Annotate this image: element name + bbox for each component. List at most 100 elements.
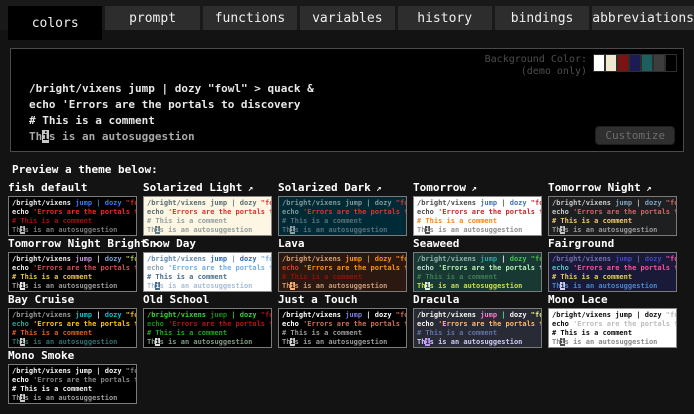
background-swatch-6[interactable] (653, 54, 665, 72)
sample-command: jump (75, 255, 92, 263)
theme-card-fairground[interactable]: Fairground/bright/vixens jump | dozy "fo… (548, 237, 683, 293)
theme-card-solarized-light[interactable]: Solarized Light ↗/bright/vixens jump | d… (143, 181, 278, 237)
theme-preview-box[interactable]: /bright/vixens jump | dozy "fowl" > quac… (278, 252, 407, 292)
sample-comment: # This is a comment (282, 329, 362, 337)
sample-string: 'Errors are the portals to discovery (573, 320, 677, 328)
terminal-line: # This is a comment (417, 217, 538, 226)
terminal-preview: Background Color: (demo only) /bright/vi… (10, 48, 684, 152)
theme-preview-box[interactable]: /bright/vixens jump | dozy "fowl" > quac… (8, 196, 137, 236)
tab-abbreviations[interactable]: abbreviations (592, 6, 694, 30)
terminal-line: This is an autosuggestion (552, 226, 673, 235)
tab-colors[interactable]: colors (8, 6, 102, 40)
sample-string: 'Errors are the portals to discovery (33, 208, 137, 216)
terminal-line: This is an autosuggestion (12, 282, 133, 291)
sample-command2: dozy (105, 255, 122, 263)
sample-command: jump (480, 199, 497, 207)
sample-command: jump (615, 311, 632, 319)
background-swatch-5[interactable] (641, 54, 653, 72)
theme-card-tomorrow-night-bright[interactable]: Tomorrow Night Bright ↗/bright/vixens ju… (8, 237, 143, 293)
sample-comment: # This is a comment (147, 329, 227, 337)
sample-autosuggestion: s is an autosuggestion (25, 226, 118, 234)
sample-quote: "fowl" > quack & (527, 199, 542, 207)
tab-functions[interactable]: functions (203, 6, 297, 30)
sample-command2: dozy (375, 255, 392, 263)
terminal-line: echo 'Errors are the portals to discover… (282, 320, 403, 329)
terminal-line: echo 'Errors are the portals to discover… (417, 208, 538, 217)
terminal-line: /bright/vixens jump | dozy "fowl" > quac… (282, 311, 403, 320)
sample-autosuggestion: s is an autosuggestion (430, 338, 523, 346)
sample-string: 'Errors are the portals to discovery (168, 208, 272, 216)
theme-preview-box[interactable]: /bright/vixens jump | dozy "fowl" > quac… (278, 196, 407, 236)
sample-quote: "fowl" > quack & (662, 311, 677, 319)
sample-autosuggestion: s is an autosuggestion (565, 338, 658, 346)
terminal-line: This is an autosuggestion (282, 338, 403, 347)
sample-command: jump (345, 255, 362, 263)
sample-string: 'Errors are the portals to discovery (573, 208, 677, 216)
terminal-line: This is an autosuggestion (417, 282, 538, 291)
theme-preview-box[interactable]: /bright/vixens jump | dozy "fowl" > quac… (548, 308, 677, 348)
theme-card-mono-smoke[interactable]: Mono Smoke/bright/vixens jump | dozy "fo… (8, 349, 143, 405)
theme-card-old-school[interactable]: Old School/bright/vixens jump | dozy "fo… (143, 293, 278, 349)
tab-variables[interactable]: variables (300, 6, 394, 30)
theme-preview-box[interactable]: /bright/vixens jump | dozy "fowl" > quac… (413, 196, 542, 236)
tab-bindings[interactable]: bindings (495, 6, 589, 30)
theme-card-tomorrow[interactable]: Tomorrow ↗/bright/vixens jump | dozy "fo… (413, 181, 548, 237)
sample-command: jump (345, 199, 362, 207)
background-swatch-4[interactable] (629, 54, 641, 72)
sample-command2: dozy (645, 199, 662, 207)
theme-card-solarized-dark[interactable]: Solarized Dark ↗/bright/vixens jump | do… (278, 181, 413, 237)
theme-card-lava[interactable]: Lava/bright/vixens jump | dozy "fowl" > … (278, 237, 413, 293)
background-swatch-3[interactable] (617, 54, 629, 72)
sample-autosuggestion: s is an autosuggestion (160, 226, 253, 234)
sample-command2: dozy (645, 255, 662, 263)
theme-preview-box[interactable]: /bright/vixens jump | dozy "fowl" > quac… (413, 308, 542, 348)
sample-autosuggestion: s is an autosuggestion (25, 282, 118, 290)
theme-preview-box[interactable]: /bright/vixens jump | dozy "fowl" > quac… (143, 196, 272, 236)
sample-path: /bright/vixens (147, 255, 210, 263)
tab-history[interactable]: history (398, 6, 492, 30)
sample-path: /bright/vixens (147, 311, 210, 319)
sample-string: 'Errors are the portals to discovery (33, 264, 137, 272)
terminal-line: /bright/vixens jump | dozy "fowl" > quac… (147, 255, 268, 264)
theme-preview-box[interactable]: /bright/vixens jump | dozy "fowl" > quac… (413, 252, 542, 292)
theme-preview-box[interactable]: /bright/vixens jump | dozy "fowl" > quac… (8, 364, 137, 404)
sample-autosuggestion: s is an autosuggestion (49, 130, 195, 143)
sample-quote: "fowl" > quack & (201, 82, 314, 95)
terminal-line: echo 'Errors are the portals to discover… (282, 264, 403, 273)
theme-preview-box[interactable]: /bright/vixens jump | dozy "fowl" > quac… (278, 308, 407, 348)
theme-preview-box[interactable]: /bright/vixens jump | dozy "fowl" > quac… (548, 196, 677, 236)
theme-card-bay-cruise[interactable]: Bay Cruise/bright/vixens jump | dozy "fo… (8, 293, 143, 349)
theme-card-seaweed[interactable]: Seaweed/bright/vixens jump | dozy "fowl"… (413, 237, 548, 293)
theme-card-tomorrow-night[interactable]: Tomorrow Night ↗/bright/vixens jump | do… (548, 181, 683, 237)
sample-path: /bright/vixens (417, 311, 480, 319)
sample-comment: # This is a comment (552, 217, 632, 225)
sample-command2: dozy (645, 311, 662, 319)
theme-preview-box[interactable]: /bright/vixens jump | dozy "fowl" > quac… (548, 252, 677, 292)
theme-card-just-a-touch[interactable]: Just a Touch/bright/vixens jump | dozy "… (278, 293, 413, 349)
sample-echo: echo (147, 320, 168, 328)
sample-comment: # This is a comment (417, 329, 497, 337)
theme-card-mono-lace[interactable]: Mono Lace/bright/vixens jump | dozy "fow… (548, 293, 683, 349)
terminal-line: This is an autosuggestion (282, 226, 403, 235)
sample-command: jump (128, 82, 155, 95)
customize-button[interactable]: Customize (595, 126, 675, 145)
sample-pipe: | (92, 311, 105, 319)
sample-comment: # This is a comment (12, 273, 92, 281)
background-swatch-1[interactable] (593, 54, 605, 72)
theme-card-snow-day[interactable]: Snow Day/bright/vixens jump | dozy "fowl… (143, 237, 278, 293)
theme-preview-box[interactable]: /bright/vixens jump | dozy "fowl" > quac… (143, 252, 272, 292)
terminal-line: # This is a comment (147, 329, 268, 338)
tab-prompt[interactable]: prompt (105, 6, 199, 30)
theme-preview-box[interactable]: /bright/vixens jump | dozy "fowl" > quac… (143, 308, 272, 348)
theme-preview-box[interactable]: /bright/vixens jump | dozy "fowl" > quac… (8, 252, 137, 292)
sample-quote: "fowl" > quack & (662, 255, 677, 263)
terminal-line: echo 'Errors are the portals to discover… (12, 208, 133, 217)
sample-pipe: | (227, 311, 240, 319)
background-swatch-2[interactable] (605, 54, 617, 72)
sample-quote: "fowl" > quack & (257, 255, 272, 263)
theme-card-fish-default[interactable]: fish default/bright/vixens jump | dozy "… (8, 181, 143, 237)
background-swatch-7[interactable] (665, 54, 677, 72)
theme-card-dracula[interactable]: Dracula/bright/vixens jump | dozy "fowl"… (413, 293, 548, 349)
sample-quote: "fowl" > quack & (122, 199, 137, 207)
theme-preview-box[interactable]: /bright/vixens jump | dozy "fowl" > quac… (8, 308, 137, 348)
